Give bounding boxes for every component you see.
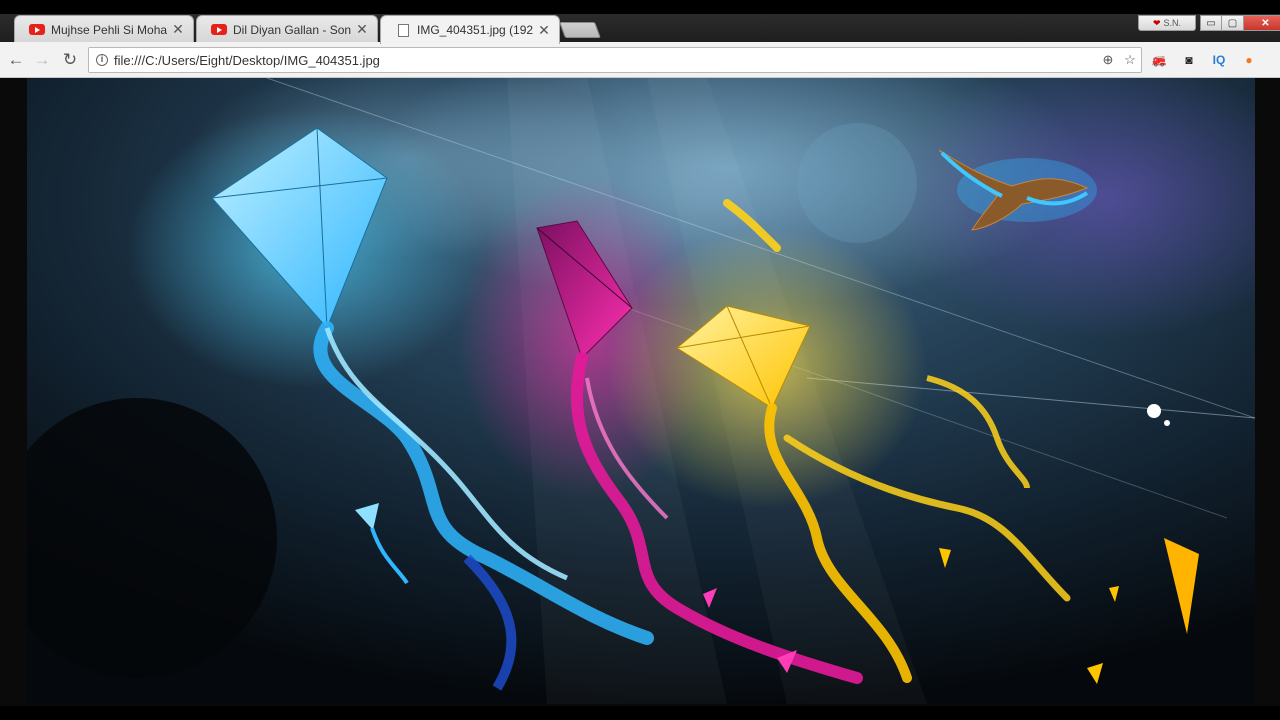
tab-close-icon[interactable]: ✕ [171,21,185,38]
youtube-icon [211,24,227,36]
bookmark-star-icon[interactable]: ☆ [1119,52,1141,68]
glasses-extension-icon[interactable]: ◙ [1180,52,1198,68]
tab-img-404351[interactable]: IMG_404351.jpg (1920×1 ✕ [380,15,560,44]
close-window-button[interactable]: ✕ [1244,15,1280,31]
tab-title: IMG_404351.jpg (1920×1 [417,23,533,37]
tab-title: Dil Diyan Gallan - Sonu k [233,22,351,37]
url-text[interactable]: file:///C:/Users/Eight/Desktop/IMG_40435… [114,53,1097,68]
iq-extension-icon[interactable]: IQ [1210,52,1228,68]
restore-button[interactable]: ▢ [1222,15,1244,31]
tab-dil-diyan-gallan[interactable]: Dil Diyan Gallan - Sonu k ✕ [196,15,378,43]
info-icon[interactable]: i [96,54,108,66]
back-button[interactable]: ← [6,50,26,70]
tab-close-icon[interactable]: ✕ [537,22,551,39]
minimize-button[interactable]: ▭ [1200,15,1222,31]
bottom-edge [0,706,1280,720]
tab-title: Mujhse Pehli Si Mohabb [51,22,167,37]
orange-extension-icon[interactable]: ● [1240,52,1258,68]
address-bar[interactable]: i file:///C:/Users/Eight/Desktop/IMG_404… [88,47,1142,73]
browser-toolbar: ← → ↻ i file:///C:/Users/Eight/Desktop/I… [0,42,1280,78]
tab-close-icon[interactable]: ✕ [355,21,369,38]
zoom-icon[interactable]: ⊕ [1097,52,1119,68]
kites-artwork-image[interactable] [27,78,1255,704]
youtube-icon [29,24,45,36]
forward-button[interactable]: → [32,50,52,70]
profile-icon: ❤ [1152,17,1161,28]
page-content [0,78,1280,708]
window-controls: ▭ ▢ ✕ [1200,15,1280,31]
red-extension-icon[interactable]: 🚒 [1150,52,1168,68]
reload-button[interactable]: ↻ [60,50,80,70]
profile-label: S.N. [1163,18,1182,28]
tab-mujhse[interactable]: Mujhse Pehli Si Mohabb ✕ [14,15,194,43]
new-tab-button[interactable] [559,22,601,38]
profile-button[interactable]: ❤ S.N. [1138,15,1196,31]
document-icon [395,23,411,37]
